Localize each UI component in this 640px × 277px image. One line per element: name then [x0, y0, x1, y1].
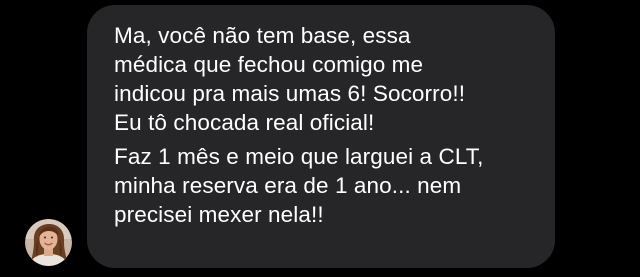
message-line: médica que fechou comigo me: [114, 52, 424, 77]
message-paragraph-1: Ma, você não tem base, essa médica que f…: [114, 21, 545, 137]
message-line: minha reserva era de 1 ano... nem: [114, 173, 462, 198]
sender-avatar[interactable]: [25, 219, 72, 266]
message-line: Ma, você não tem base, essa: [114, 23, 411, 48]
message-line: Eu tô chocada real oficial!: [114, 110, 375, 135]
avatar-photo-icon: [25, 219, 72, 266]
message-bubble[interactable]: Ma, você não tem base, essa médica que f…: [87, 5, 555, 268]
message-line: indicou pra mais umas 6! Socorro!!: [114, 81, 466, 106]
message-paragraph-2: Faz 1 mês e meio que larguei a CLT, minh…: [114, 142, 545, 229]
message-line: precisei mexer nela!!: [114, 202, 324, 227]
message-line: Faz 1 mês e meio que larguei a CLT,: [114, 144, 484, 169]
chat-screen: Ma, você não tem base, essa médica que f…: [0, 0, 640, 277]
